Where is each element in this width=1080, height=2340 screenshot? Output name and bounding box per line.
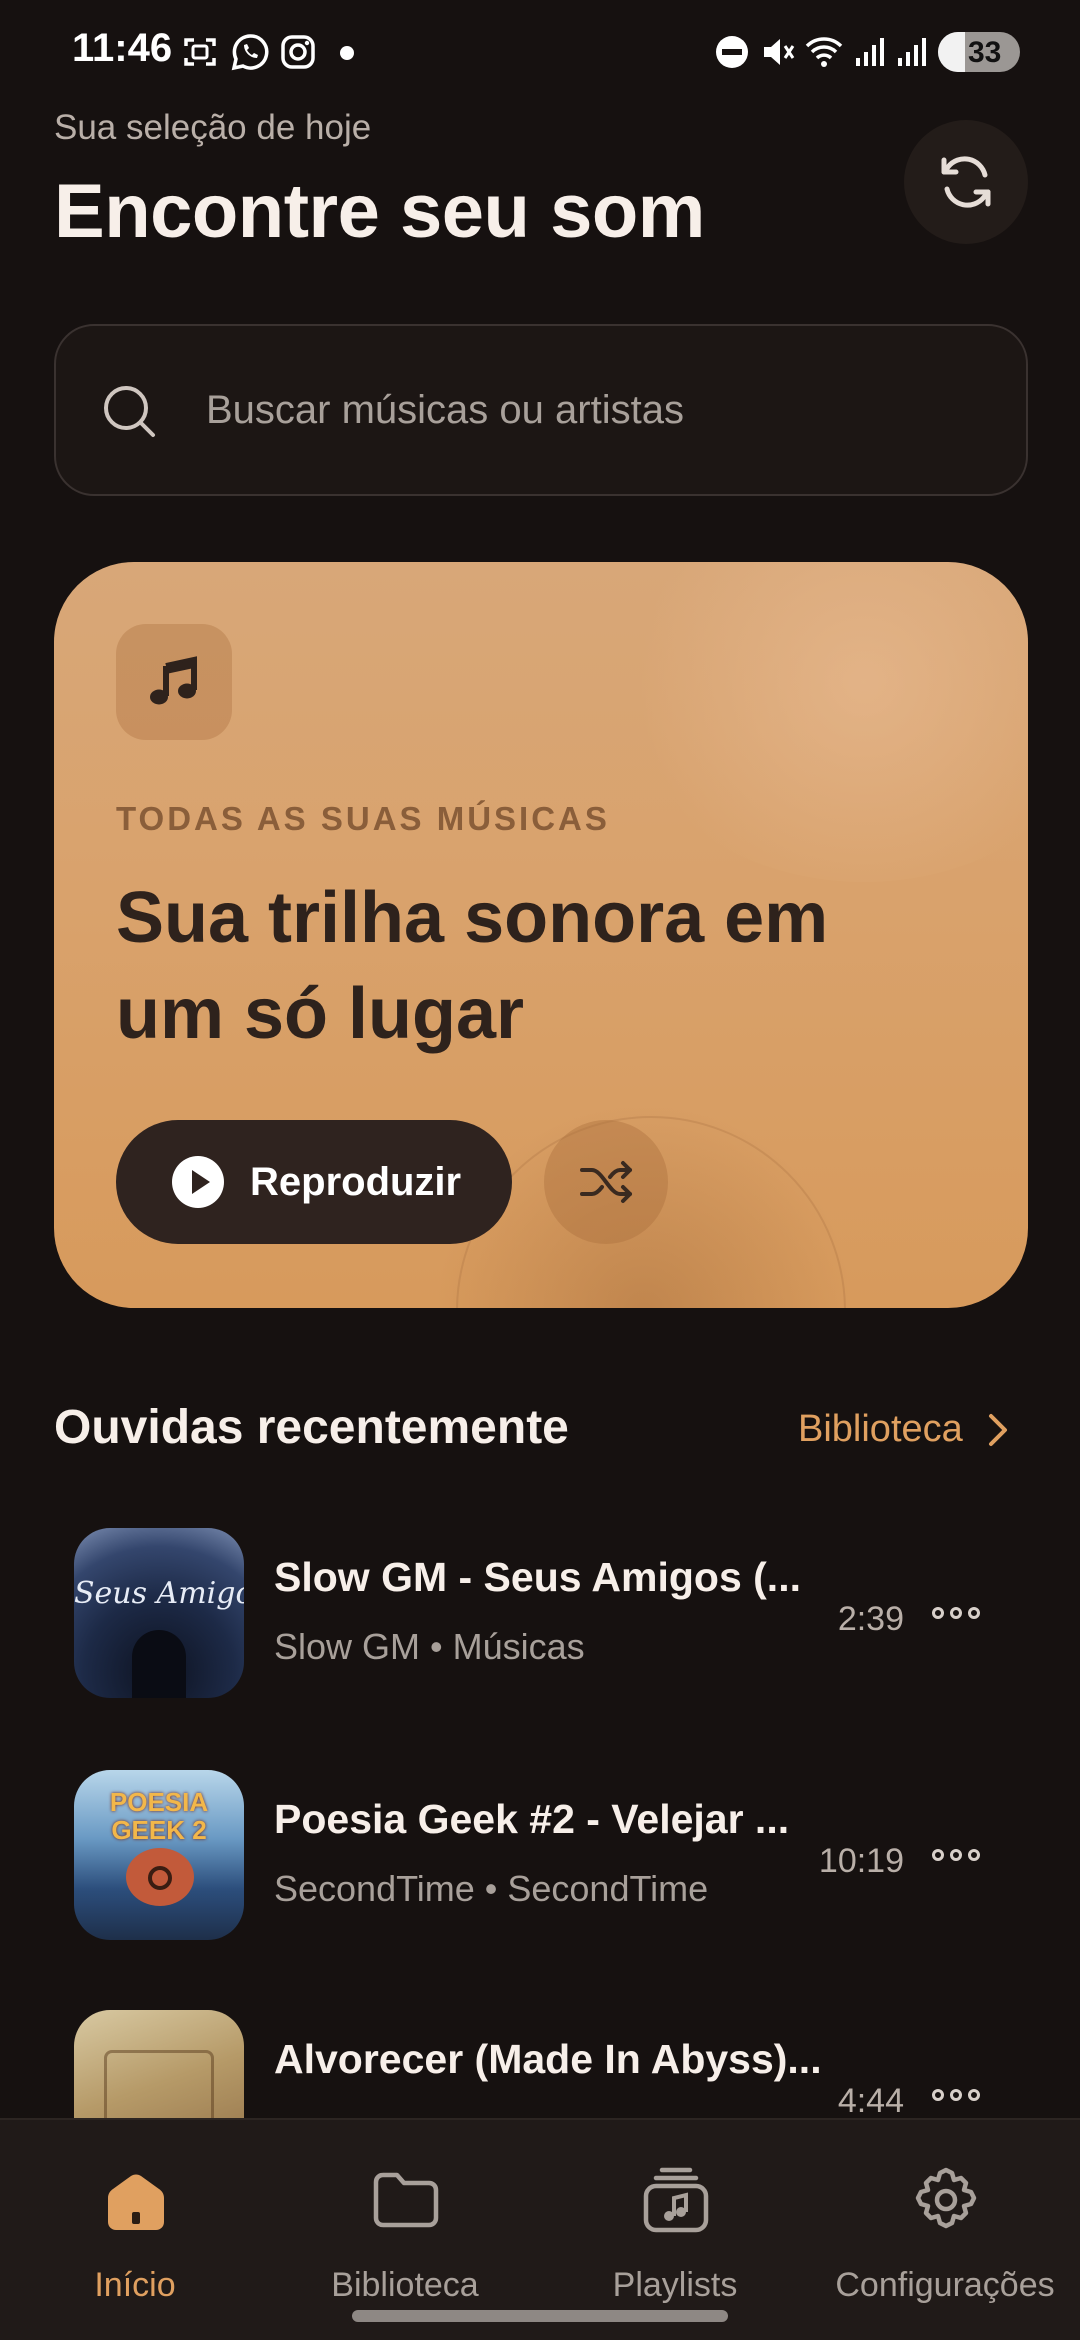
nav-item-playlists[interactable]: Playlists [540, 2120, 810, 2320]
search-bar[interactable] [54, 324, 1028, 496]
home-indicator[interactable] [352, 2310, 728, 2322]
play-label: Reproduzir [250, 1160, 462, 1204]
folder-icon [370, 2164, 442, 2236]
hero-heading: Sua trilha sonora em um só lugar [116, 878, 829, 1054]
screenshot-icon [184, 38, 216, 66]
recent-section-title: Ouvidas recentemente [54, 1401, 569, 1454]
library-link[interactable]: Biblioteca [798, 1408, 1011, 1451]
more-options-button[interactable] [916, 1588, 996, 1638]
nav-item-library[interactable]: Biblioteca [270, 2120, 540, 2320]
track-duration: 4:44 [837, 2082, 904, 2120]
track-duration: 2:39 [837, 1600, 904, 1638]
hero-card: TODAS AS SUAS MÚSICAS Sua trilha sonora … [54, 562, 1028, 1308]
notification-dot [340, 46, 354, 60]
library-link-label: Biblioteca [798, 1408, 963, 1450]
list-item[interactable]: Seus Amigos Slow GM - Seus Amigos (... S… [54, 1528, 1028, 1728]
track-title: Slow GM - Seus Amigos (... [274, 1554, 801, 1600]
hero-eyebrow: TODAS AS SUAS MÚSICAS [116, 800, 610, 837]
nav-item-home[interactable]: Início [0, 2120, 270, 2320]
gear-icon [910, 2164, 982, 2236]
hero-glow [614, 562, 1028, 882]
wifi-icon [805, 37, 843, 67]
nav-label: Configurações [835, 2266, 1055, 2304]
refresh-icon [941, 156, 991, 208]
track-subtitle: Slow GM • Músicas [274, 1626, 585, 1667]
chevron-right-icon [988, 1413, 1007, 1446]
signal-icon [898, 38, 926, 66]
cover-text: POESIA GEEK 2 [109, 1787, 209, 1845]
track-title: Poesia Geek #2 - Velejar ... [274, 1796, 790, 1842]
page-subtitle: Sua seleção de hoje [54, 108, 372, 147]
mute-icon [764, 39, 795, 65]
refresh-button[interactable] [904, 120, 1028, 244]
nav-label: Playlists [612, 2266, 738, 2304]
battery-level [938, 32, 966, 72]
nav-label: Início [94, 2266, 176, 2304]
album-cover: Seus Amigos [74, 1528, 244, 1698]
cover-text: Seus Amigos [74, 1576, 244, 1611]
play-icon [172, 1156, 224, 1208]
search-input[interactable] [206, 326, 986, 494]
track-title: Alvorecer (Made In Abyss)... [274, 2036, 822, 2082]
play-all-button[interactable]: Reproduzir [116, 1120, 512, 1244]
home-icon [100, 2164, 172, 2236]
track-duration: 10:19 [818, 1842, 904, 1880]
more-options-button[interactable] [916, 1830, 996, 1880]
whatsapp-icon [231, 34, 269, 71]
instagram-icon [281, 35, 315, 69]
nav-label: Biblioteca [331, 2266, 479, 2304]
playlist-icon [640, 2164, 712, 2236]
signal-icon [856, 38, 884, 66]
status-time: 11:46 [72, 26, 173, 70]
hero-icon-box [116, 624, 232, 740]
track-subtitle: SecondTime • SecondTime [274, 1868, 709, 1909]
shuffle-button[interactable] [544, 1120, 668, 1244]
battery-icon: 33 [938, 32, 1020, 72]
shuffle-icon [580, 1161, 632, 1203]
dnd-icon [716, 36, 748, 68]
music-note-icon [150, 656, 197, 705]
bottom-nav: Início Biblioteca Playlists Configuraçõe… [0, 2118, 1080, 2340]
nav-item-settings[interactable]: Configurações [810, 2120, 1080, 2320]
page-title: Encontre seu som [54, 169, 705, 254]
status-bar: 11:46 33 [0, 0, 1080, 104]
search-icon [104, 386, 155, 437]
album-cover: POESIA GEEK 2 [74, 1770, 244, 1940]
battery-text: 33 [968, 36, 1002, 69]
more-options-button[interactable] [916, 2070, 996, 2120]
list-item[interactable]: POESIA GEEK 2 Poesia Geek #2 - Velejar .… [54, 1770, 1028, 1970]
